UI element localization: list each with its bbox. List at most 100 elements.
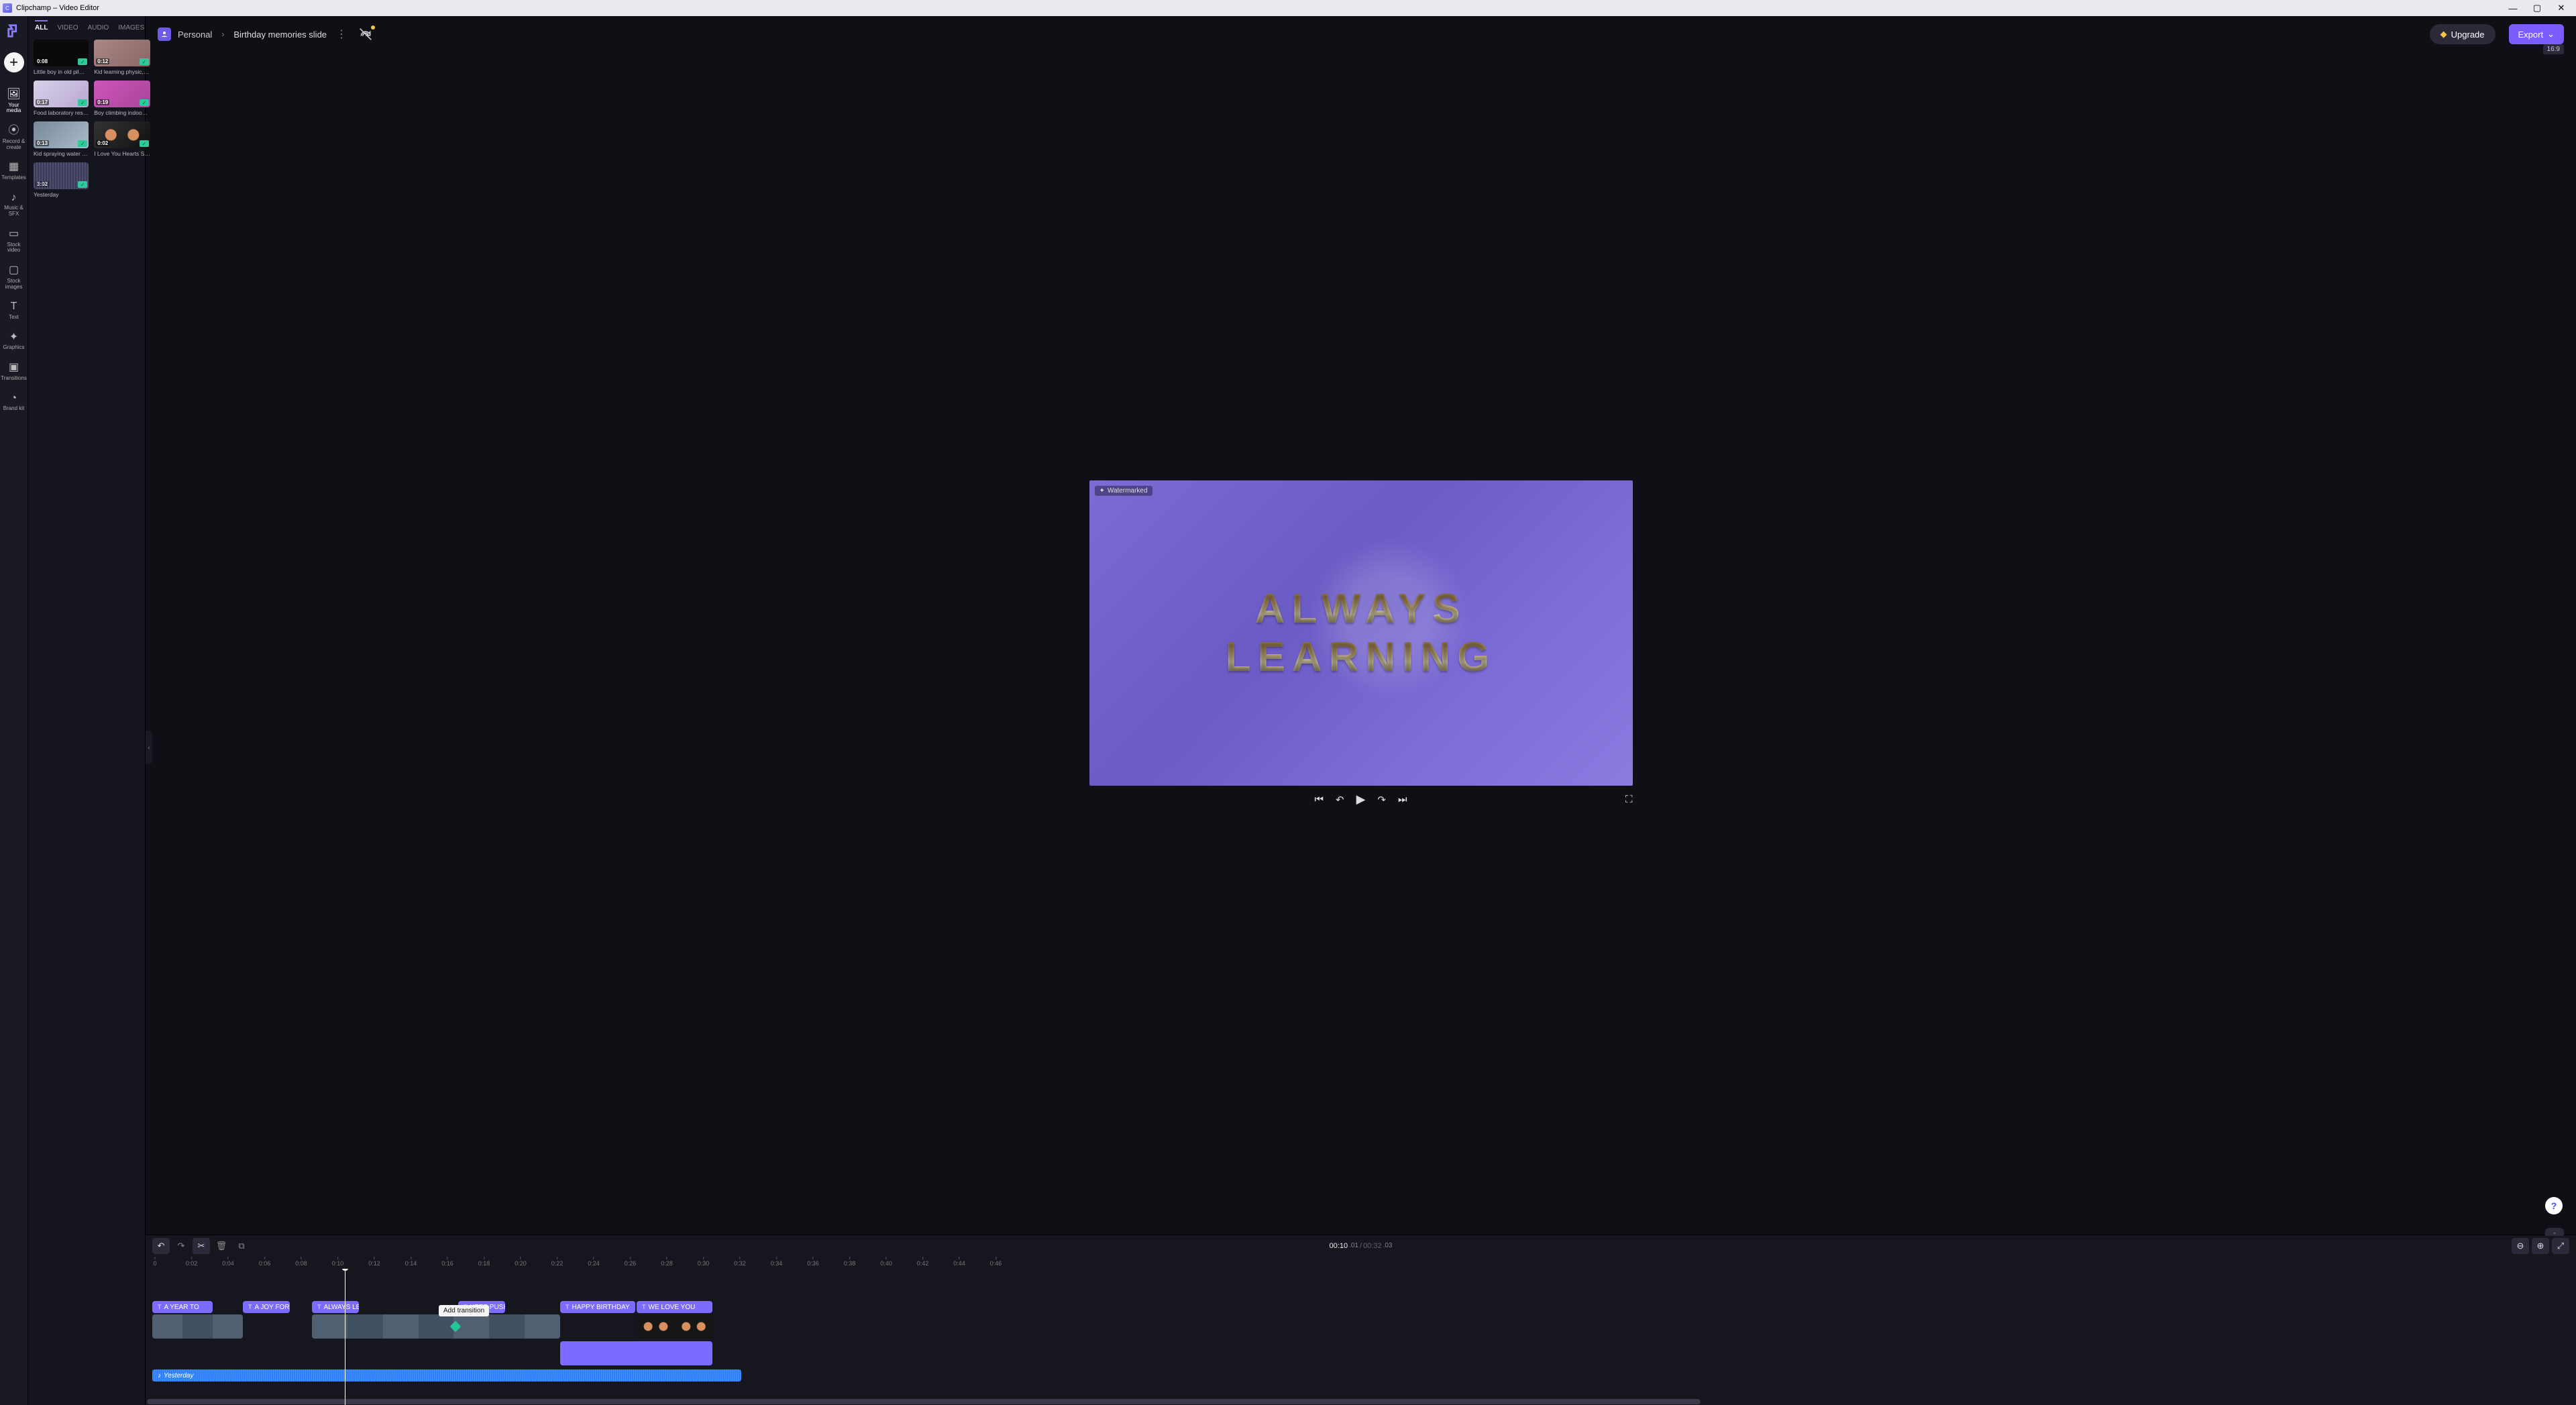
- window-title: Clipchamp – Video Editor: [16, 4, 99, 12]
- upgrade-button[interactable]: ◆ Upgrade: [2430, 24, 2496, 44]
- ruler-tick: 0:02: [186, 1257, 198, 1267]
- media-item[interactable]: 0:12✓Kid learning physic,…: [94, 40, 150, 75]
- video-preview[interactable]: ✦ Watermarked ALWAYS LEARNING: [1089, 480, 1633, 786]
- text-clip[interactable]: TWE LOVE YOU: [637, 1301, 712, 1313]
- media-tab-all[interactable]: ALL: [35, 20, 48, 32]
- skip-start-button[interactable]: ⏮: [1314, 794, 1324, 805]
- video-clip[interactable]: [312, 1314, 560, 1339]
- media-item[interactable]: 0:02✓I Love You Hearts S…: [94, 121, 150, 157]
- window-controls: — ▢ ✕: [2501, 0, 2573, 16]
- window-titlebar: C Clipchamp – Video Editor — ▢ ✕: [0, 0, 2576, 16]
- ruler-tick: 0:04: [222, 1257, 234, 1267]
- media-tab-images[interactable]: IMAGES: [118, 24, 144, 32]
- text-clip[interactable]: TA YEAR TO: [152, 1301, 213, 1313]
- rail-item-text[interactable]: TText: [0, 295, 28, 325]
- audio-clip-label: Yesterday: [164, 1372, 193, 1380]
- undo-button[interactable]: ↶: [152, 1238, 170, 1254]
- current-frame: .01: [1349, 1242, 1358, 1250]
- duplicate-button[interactable]: ⧉: [233, 1238, 250, 1254]
- rail-item-templates[interactable]: ▦Templates: [0, 156, 28, 186]
- workspace-badge-icon[interactable]: [158, 28, 171, 41]
- media-item[interactable]: 0:19✓Boy climbing indoo…: [94, 81, 150, 116]
- project-menu-button[interactable]: ⋮: [336, 28, 347, 41]
- graphics-icon: ✦: [9, 331, 18, 344]
- workspace-name[interactable]: Personal: [178, 30, 212, 40]
- color-clip[interactable]: [560, 1341, 712, 1365]
- step-forward-button[interactable]: ↷: [1377, 794, 1386, 806]
- media-item[interactable]: 0:13✓Kid spraying water …: [34, 121, 89, 157]
- clipchamp-logo[interactable]: [5, 21, 23, 40]
- diamond-icon: ◆: [2440, 29, 2447, 40]
- chevron-down-icon: ⌄: [2547, 29, 2555, 40]
- timeline-ruler[interactable]: 00:020:040:060:080:100:120:140:160:180:2…: [146, 1257, 2576, 1269]
- delete-button[interactable]: 🗑: [213, 1238, 230, 1254]
- media-title: I Love You Hearts S…: [94, 150, 150, 157]
- rail-item-music[interactable]: ♪Music & SFX: [0, 187, 28, 223]
- media-item[interactable]: 0:17✓Food laboratory res…: [34, 81, 89, 116]
- media-title: Kid spraying water …: [34, 150, 89, 157]
- media-panel: ALL VIDEO AUDIO IMAGES 0:08✓Little boy in o…: [28, 16, 146, 1405]
- collapse-timeline-button[interactable]: ⌄: [2545, 1228, 2564, 1236]
- text-clip[interactable]: TA JOY FOR LIFE: [243, 1301, 290, 1313]
- zoom-fit-button[interactable]: ⤢: [2552, 1238, 2569, 1254]
- text-icon: T: [317, 1304, 321, 1310]
- export-button[interactable]: Export ⌄: [2509, 24, 2564, 44]
- media-item[interactable]: 3:02✓Yesterday: [34, 162, 89, 198]
- window-close-button[interactable]: ✕: [2549, 0, 2573, 16]
- audio-clip[interactable]: ♪Yesterday: [152, 1369, 741, 1382]
- rail-item-your_media[interactable]: 🖼Your media: [0, 83, 28, 119]
- ruler-tick: 0:20: [515, 1257, 527, 1267]
- rail-item-stock_video[interactable]: ▭ Stock video: [0, 223, 28, 259]
- media-duration: 0:19: [96, 99, 109, 105]
- ruler-tick: 0:44: [953, 1257, 965, 1267]
- ruler-tick: 0:42: [917, 1257, 929, 1267]
- timeline-scrollbar[interactable]: [147, 1399, 2575, 1404]
- ruler-tick: 0:26: [625, 1257, 637, 1267]
- rail-item-label: Graphics: [3, 345, 24, 351]
- timeline-tracks[interactable]: TA YEAR TO TA JOY FOR LIFE TALWAYS LEARNIN…: [146, 1269, 2576, 1405]
- timeline-scroll-thumb[interactable]: [147, 1399, 1701, 1404]
- used-check-icon: ✓: [78, 140, 87, 147]
- used-check-icon: ✓: [78, 99, 87, 106]
- rail-item-record[interactable]: ⦿ Record & create: [0, 119, 28, 156]
- record-icon: ⦿: [8, 125, 19, 137]
- text-clip[interactable]: THAPPY BIRTHDAY: [560, 1301, 635, 1313]
- video-clip[interactable]: [152, 1314, 243, 1339]
- text-icon: T: [11, 301, 17, 313]
- play-button[interactable]: ▶: [1356, 792, 1366, 806]
- media-title: Little boy in old pil…: [34, 68, 89, 75]
- ruler-tick: 0:36: [807, 1257, 819, 1267]
- split-button[interactable]: ✂: [193, 1238, 210, 1254]
- project-title[interactable]: Birthday memories slide: [233, 30, 327, 40]
- skip-end-button[interactable]: ⏭: [1398, 794, 1407, 805]
- window-minimize-button[interactable]: —: [2501, 0, 2525, 16]
- media-tab-audio[interactable]: AUDIO: [88, 24, 109, 32]
- stock_video-icon: ▭: [9, 228, 19, 240]
- zoom-in-button[interactable]: ⊕: [2532, 1238, 2549, 1254]
- autosave-off-icon[interactable]: [359, 28, 372, 41]
- rail-item-label: Stock video: [1, 242, 27, 254]
- step-back-button[interactable]: ↶: [1336, 794, 1344, 806]
- ruler-tick: 0:12: [368, 1257, 380, 1267]
- help-button[interactable]: ?: [2545, 1197, 2563, 1214]
- rail-item-brand[interactable]: ◔Brand kit: [0, 387, 28, 417]
- video-clip[interactable]: [637, 1314, 712, 1339]
- rail-item-label: Record & create: [1, 139, 27, 151]
- brand-icon: ◔: [11, 393, 17, 405]
- window-maximize-button[interactable]: ▢: [2525, 0, 2549, 16]
- text-clip[interactable]: TALWAYS LEARNING: [312, 1301, 359, 1313]
- media-item[interactable]: 0:08✓Little boy in old pil…: [34, 40, 89, 75]
- ruler-tick: 0:10: [332, 1257, 344, 1267]
- rail-item-stock_images[interactable]: ▢Stock images: [0, 259, 28, 295]
- rail-item-label: Transitions: [1, 376, 27, 382]
- media-tab-video[interactable]: VIDEO: [57, 24, 78, 32]
- redo-button[interactable]: ↷: [172, 1238, 190, 1254]
- ruler-tick: 0:28: [661, 1257, 673, 1267]
- rail-item-transitions[interactable]: ▣Transitions: [0, 356, 28, 386]
- zoom-out-button[interactable]: ⊖: [2512, 1238, 2529, 1254]
- add-media-button[interactable]: +: [4, 52, 24, 72]
- rail-item-graphics[interactable]: ✦Graphics: [0, 326, 28, 356]
- app-icon: C: [3, 3, 12, 13]
- fullscreen-button[interactable]: ⛶: [1625, 794, 1633, 805]
- total-frame: .03: [1383, 1242, 1393, 1250]
